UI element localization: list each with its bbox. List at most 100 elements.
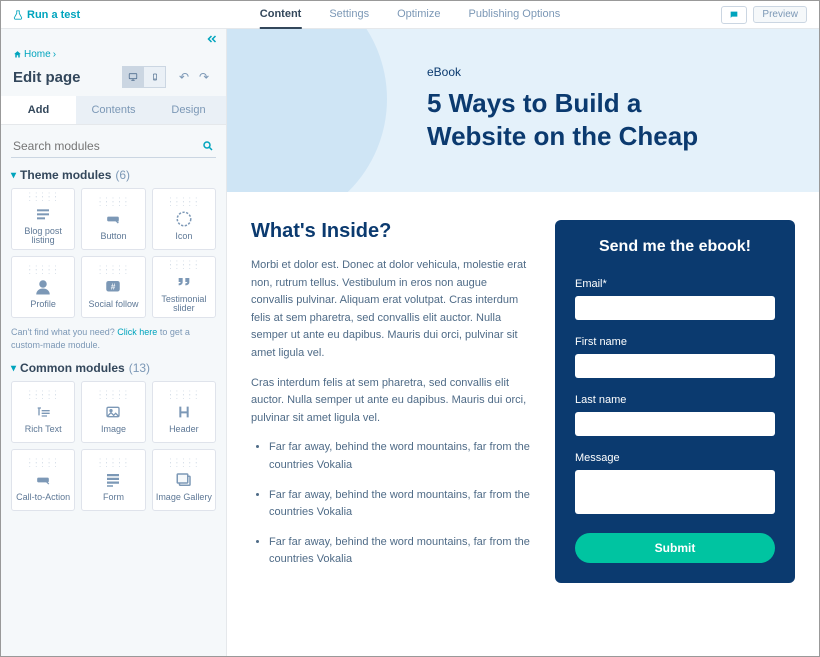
breadcrumb-home: Home — [24, 49, 51, 60]
page-canvas[interactable]: eBook 5 Ways to Build a Website on the C… — [227, 29, 819, 656]
drag-handle-icon: : : : : :: : : : : — [29, 193, 58, 201]
hero-title: 5 Ways to Build a Website on the Cheap — [427, 87, 819, 152]
undo-button[interactable]: ↶ — [174, 67, 194, 87]
svg-text:#: # — [111, 282, 116, 291]
form-icon — [104, 469, 122, 491]
drag-handle-icon: : : : : :: : : : : — [99, 391, 128, 399]
email-label: Email* — [575, 278, 775, 290]
quote-icon — [174, 271, 194, 293]
device-mobile-button[interactable] — [144, 66, 166, 88]
drag-handle-icon: : : : : :: : : : : — [169, 459, 198, 467]
module-testimonial-slider[interactable]: : : : : :: : : : :Testimonial slider — [152, 256, 216, 318]
search-modules[interactable] — [11, 135, 216, 158]
profile-icon — [34, 276, 52, 298]
article-paragraph: Morbi et dolor est. Donec at dolor vehic… — [251, 257, 531, 363]
drag-handle-icon: : : : : :: : : : : — [29, 459, 58, 467]
drag-handle-icon: : : : : :: : : : : — [169, 261, 198, 269]
social-icon: # — [103, 276, 123, 298]
header-icon — [176, 401, 192, 423]
cta-icon — [31, 469, 55, 491]
home-icon — [13, 50, 22, 59]
module-label: Image — [101, 425, 126, 434]
hero-section: eBook 5 Ways to Build a Website on the C… — [227, 29, 819, 192]
message-field[interactable] — [575, 470, 775, 514]
comments-button[interactable] — [721, 6, 747, 24]
article-paragraph: Cras interdum felis at sem pharetra, sed… — [251, 375, 531, 428]
module-label: Profile — [30, 300, 56, 309]
click-here-link[interactable]: Click here — [117, 327, 157, 337]
list-item: Far far away, behind the word mountains,… — [269, 439, 531, 474]
module-profile[interactable]: : : : : :: : : : :Profile — [11, 256, 75, 318]
gallery-icon — [174, 469, 194, 491]
tab-content[interactable]: Content — [260, 1, 302, 29]
custom-module-note: Can't find what you need? Click here to … — [11, 326, 216, 351]
module-label: Icon — [175, 232, 192, 241]
editor-sidebar: Home › Edit page ↶ ↷ — [1, 29, 227, 656]
article-content: What's Inside? Morbi et dolor est. Donec… — [251, 220, 531, 581]
collapse-sidebar-button[interactable] — [206, 33, 218, 45]
hero-eyebrow: eBook — [427, 65, 819, 79]
module-label: Image Gallery — [156, 493, 212, 502]
module-call-to-action[interactable]: : : : : :: : : : :Call-to-Action — [11, 449, 75, 511]
image-icon — [103, 401, 123, 423]
last-name-label: Last name — [575, 394, 775, 406]
section-theme-modules[interactable]: ▾ Theme modules (6) — [11, 168, 216, 182]
device-desktop-button[interactable] — [122, 66, 144, 88]
desktop-icon — [127, 72, 139, 82]
form-title: Send me the ebook! — [575, 238, 775, 256]
button-icon — [101, 208, 125, 230]
module-button[interactable]: : : : : :: : : : :Button — [81, 188, 145, 250]
editor-tabs: Content Settings Optimize Publishing Opt… — [260, 1, 560, 29]
drag-handle-icon: : : : : :: : : : : — [169, 198, 198, 206]
first-name-label: First name — [575, 336, 775, 348]
panel-tab-add[interactable]: Add — [1, 96, 76, 124]
tab-publishing-options[interactable]: Publishing Options — [468, 1, 560, 29]
email-field[interactable] — [575, 296, 775, 320]
redo-button[interactable]: ↷ — [194, 67, 214, 87]
signup-form: Send me the ebook! Email* First name Las… — [555, 220, 795, 583]
module-blog-post-listing[interactable]: : : : : :: : : : :Blog post listing — [11, 188, 75, 250]
module-image[interactable]: : : : : :: : : : :Image — [81, 381, 145, 443]
module-label: Call-to-Action — [16, 493, 70, 502]
article-heading: What's Inside? — [251, 220, 531, 243]
drag-handle-icon: : : : : :: : : : : — [169, 391, 198, 399]
chat-icon — [728, 10, 740, 20]
icon-icon — [175, 208, 193, 230]
chevron-double-left-icon — [206, 33, 218, 45]
module-label: Blog post listing — [12, 227, 74, 245]
module-label: Social follow — [88, 300, 138, 309]
module-label: Testimonial slider — [153, 295, 215, 313]
module-header[interactable]: : : : : :: : : : :Header — [152, 381, 216, 443]
module-form[interactable]: : : : : :: : : : :Form — [81, 449, 145, 511]
drag-handle-icon: : : : : :: : : : : — [99, 266, 128, 274]
section-count: (6) — [115, 168, 130, 182]
panel-tab-contents[interactable]: Contents — [76, 96, 151, 124]
module-icon[interactable]: : : : : :: : : : :Icon — [152, 188, 216, 250]
module-rich-text[interactable]: : : : : :: : : : :Rich Text — [11, 381, 75, 443]
search-icon — [202, 140, 214, 152]
module-label: Rich Text — [25, 425, 62, 434]
article-list: Far far away, behind the word mountains,… — [251, 439, 531, 569]
mobile-icon — [151, 71, 159, 83]
section-count: (13) — [129, 361, 150, 375]
list-icon — [33, 203, 53, 225]
module-label: Button — [100, 232, 126, 241]
list-item: Far far away, behind the word mountains,… — [269, 487, 531, 522]
tab-settings[interactable]: Settings — [329, 1, 369, 29]
last-name-field[interactable] — [575, 412, 775, 436]
page-title: Edit page — [13, 69, 81, 86]
first-name-field[interactable] — [575, 354, 775, 378]
section-common-modules[interactable]: ▾ Common modules (13) — [11, 361, 216, 375]
preview-button[interactable]: Preview — [753, 6, 807, 23]
submit-button[interactable]: Submit — [575, 533, 775, 563]
tab-optimize[interactable]: Optimize — [397, 1, 440, 29]
drag-handle-icon: : : : : :: : : : : — [99, 198, 128, 206]
search-input[interactable] — [13, 139, 202, 153]
panel-tab-design[interactable]: Design — [151, 96, 226, 124]
module-social-follow[interactable]: : : : : :: : : : :#Social follow — [81, 256, 145, 318]
run-a-test-link[interactable]: Run a test — [13, 9, 80, 21]
breadcrumb[interactable]: Home › — [1, 29, 226, 62]
module-label: Form — [103, 493, 124, 502]
module-image-gallery[interactable]: : : : : :: : : : :Image Gallery — [152, 449, 216, 511]
list-item: Far far away, behind the word mountains,… — [269, 534, 531, 569]
